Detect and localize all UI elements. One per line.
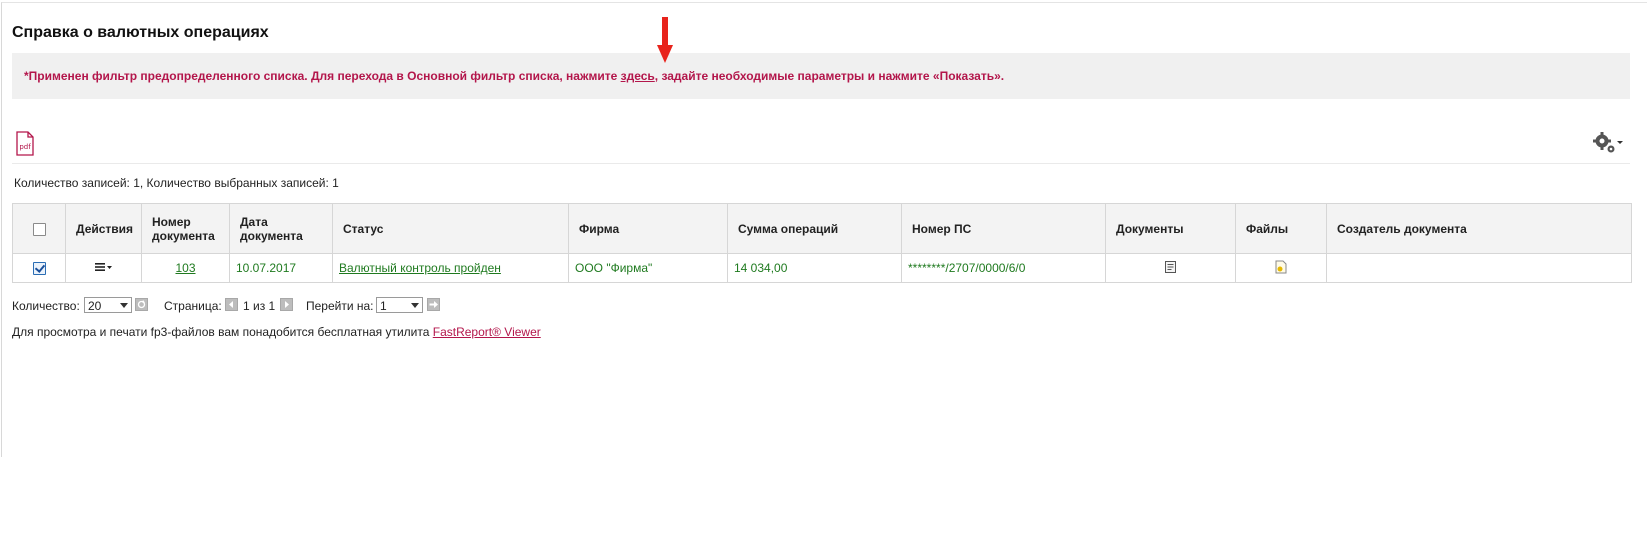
fastreport-viewer-link[interactable]: FastReport® Viewer — [433, 325, 541, 339]
gear-icon — [1593, 132, 1623, 153]
header-status[interactable]: Статус — [332, 203, 569, 254]
pdf-icon-text: pdf — [19, 143, 31, 151]
goto-page-select[interactable]: 1 — [376, 297, 423, 313]
row-doc-number-cell: 103 — [141, 253, 230, 283]
red-arrow-annotation — [657, 17, 673, 63]
refresh-button[interactable] — [135, 298, 148, 311]
arrow-right-icon — [429, 301, 438, 308]
notice-here-link[interactable]: здесь — [621, 69, 655, 83]
page-size-label: Количество: — [12, 299, 80, 313]
header-files[interactable]: Файлы — [1235, 203, 1327, 254]
footer-note: Для просмотра и печати fp3-файлов вам по… — [12, 325, 541, 339]
row-actions-menu-icon[interactable] — [94, 261, 113, 275]
refresh-icon — [137, 300, 146, 309]
row-status-cell: Валютный контроль пройден — [332, 253, 569, 283]
settings-menu-button[interactable] — [1592, 132, 1626, 156]
row-select-cell — [12, 253, 66, 283]
row-checkbox[interactable] — [32, 262, 46, 276]
header-firm[interactable]: Фирма — [568, 203, 728, 254]
header-select-all — [12, 203, 66, 254]
documents-icon[interactable] — [1164, 260, 1178, 277]
records-summary: Количество записей: 1, Количество выбран… — [14, 176, 339, 190]
toolbar-divider — [12, 163, 1630, 164]
notice-prefix: *Применен фильтр предопределенного списк… — [24, 69, 621, 83]
doc-number-link[interactable]: 103 — [175, 261, 195, 275]
notice-suffix: , задайте необходимые параметры и нажмит… — [654, 69, 1005, 83]
status-link[interactable]: Валютный контроль пройден — [339, 261, 501, 275]
header-creator[interactable]: Создатель документа — [1326, 203, 1632, 254]
header-actions[interactable]: Действия — [65, 203, 142, 254]
chevron-left-icon — [229, 301, 233, 308]
pdf-export-button[interactable]: pdf — [13, 131, 37, 157]
page-size-value: 20 — [88, 299, 102, 313]
table-header-row: Действия Номер документа Дата документа … — [12, 203, 1632, 254]
table-row[interactable]: 103 10.07.2017 Валютный контроль пройден… — [12, 253, 1632, 283]
page-label: Страница: — [164, 299, 222, 313]
prev-page-button[interactable] — [225, 298, 238, 311]
header-doc-number[interactable]: Номер документа — [141, 203, 230, 254]
row-creator — [1326, 253, 1632, 283]
goto-label: Перейти на: — [306, 299, 374, 313]
operations-table: Действия Номер документа Дата документа … — [12, 203, 1632, 283]
chevron-down-icon — [411, 303, 419, 308]
row-files-cell — [1235, 253, 1327, 283]
page-title: Справка о валютных операциях — [12, 24, 269, 41]
file-attachment-icon[interactable] — [1274, 260, 1288, 277]
header-doc-date[interactable]: Дата документа — [229, 203, 333, 254]
header-documents[interactable]: Документы — [1105, 203, 1236, 254]
row-firm: ООО "Фирма" — [568, 253, 728, 283]
goto-page-button[interactable] — [427, 298, 440, 311]
row-amount: 14 034,00 — [727, 253, 902, 283]
row-documents-cell — [1105, 253, 1236, 283]
row-actions-cell — [65, 253, 142, 283]
header-ps-number[interactable]: Номер ПС — [901, 203, 1106, 254]
page-size-select[interactable]: 20 — [84, 297, 132, 313]
page-info: 1 из 1 — [243, 299, 276, 313]
filter-notice: *Применен фильтр предопределенного списк… — [12, 53, 1630, 99]
chevron-down-icon — [120, 303, 128, 308]
row-ps-number: ********/2707/0000/6/0 — [901, 253, 1106, 283]
goto-page-value: 1 — [380, 299, 387, 313]
select-all-checkbox[interactable] — [32, 222, 46, 236]
header-amount[interactable]: Сумма операций — [727, 203, 902, 254]
chevron-right-icon — [285, 301, 289, 308]
row-doc-date: 10.07.2017 — [229, 253, 333, 283]
pdf-icon: pdf — [16, 131, 34, 156]
footer-text: Для просмотра и печати fp3-файлов вам по… — [12, 325, 433, 339]
next-page-button[interactable] — [280, 298, 293, 311]
